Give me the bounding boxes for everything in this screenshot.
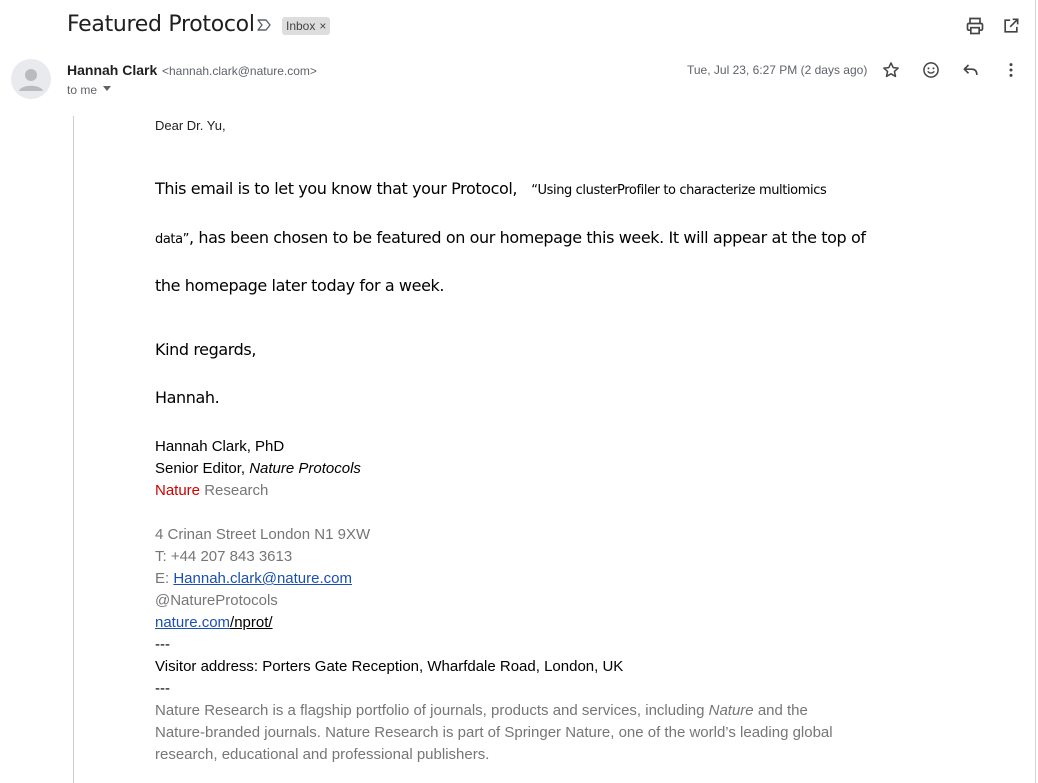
closing: Kind regards, [155,340,257,359]
separator: --- [155,680,170,697]
protocol-title-end: data” [155,232,190,247]
about-line-1: Nature Research is a flagship portfolio … [155,701,808,721]
signature-role: Senior Editor, Nature Protocols [155,459,361,479]
star-button[interactable] [879,58,903,82]
signature-web-line: nature.com/nprot/ [155,613,273,633]
remove-label-icon[interactable]: × [319,19,326,33]
message-date: Tue, Jul 23, 6:27 PM (2 days ago) [687,63,868,77]
emoji-reaction-button[interactable] [919,58,943,82]
signoff: Hannah. [155,388,220,407]
recipient-label: to me [67,83,98,97]
inbox-label-chip[interactable]: Inbox × [282,17,331,35]
print-button[interactable] [963,14,987,38]
inbox-label-text: Inbox [286,19,316,33]
signature-role-prefix: Senior Editor, [155,460,250,477]
signature-email-link[interactable]: Hannah.clark@nature.com [173,570,352,587]
star-icon [883,62,899,78]
signature-address: 4 Crinan Street London N1 9XW [155,526,371,543]
visitor-address: Visitor address: Porters Gate Reception,… [155,658,624,675]
about-line-3: research, educational and professional p… [155,746,490,763]
about-line-2: Nature-branded journals. Nature Research… [155,724,833,741]
body-text: This email is to let you know that your … [155,179,518,198]
signature-twitter: @NatureProtocols [155,592,278,609]
signature-email-line: E: Hannah.clark@nature.com [155,569,352,589]
signature-org: Nature Research [155,481,268,501]
about-text: Nature Research is a flagship portfolio … [155,702,709,719]
reply-icon [963,64,978,76]
show-details-caret-icon[interactable] [103,86,111,91]
email-subject: Featured Protocol [67,12,255,37]
default-avatar-icon [19,69,43,91]
body-paragraph-line-2: data”, has been chosen to be featured on… [155,228,866,247]
right-edge-divider [1035,0,1036,783]
emoji-icon [923,62,939,78]
signature-web-link[interactable]: nature.com [155,614,230,631]
more-vert-icon [1009,63,1013,77]
signature-journal: Nature Protocols [249,460,361,477]
org-rest: Research [200,482,269,499]
quoted-content-divider [73,116,74,783]
body-paragraph-line-1: This email is to let you know that your … [155,179,827,198]
signature-phone: T: +44 207 843 3613 [155,548,293,565]
sender-avatar[interactable] [11,59,51,99]
about-nature: Nature [708,702,754,719]
signature-web-path[interactable]: /nprot/ [230,614,273,631]
sender-email: <hannah.clark@nature.com> [162,64,317,78]
more-options-button[interactable] [999,58,1023,82]
print-icon [966,17,984,35]
sender-name[interactable]: Hannah Clark [67,62,157,78]
greeting: Dear Dr. Yu, [155,118,226,133]
protocol-title: “Using clusterProfiler to characterize m… [531,183,827,198]
body-text: , has been chosen to be featured on our … [189,228,866,247]
importance-marker-icon[interactable] [256,17,272,33]
body-paragraph-line-3: the homepage later today for a week. [155,276,445,295]
email-prefix: E: [155,570,174,587]
about-text: and the [753,702,808,719]
signature-name: Hannah Clark, PhD [155,438,285,455]
open-in-new-window-icon [1004,18,1019,33]
reply-button[interactable] [959,58,983,82]
open-in-new-window-button[interactable] [999,14,1023,38]
org-brand: Nature [155,482,201,499]
separator: --- [155,636,170,653]
